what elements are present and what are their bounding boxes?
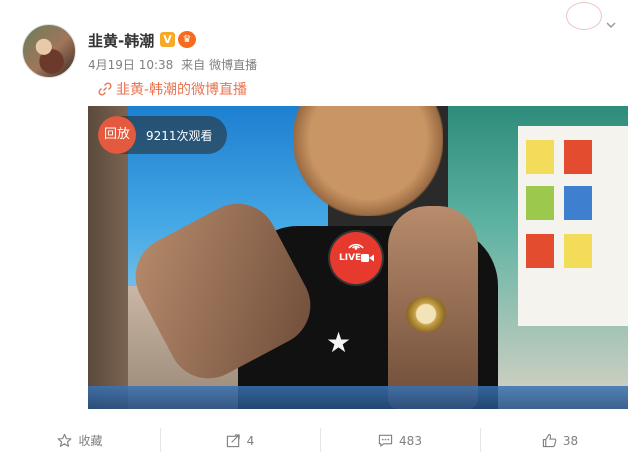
author-avatar[interactable]: [22, 24, 76, 78]
window-pane: [564, 186, 592, 220]
chevron-down-icon[interactable]: [606, 20, 616, 30]
live-label: LIVE: [339, 253, 362, 263]
window-pane: [526, 140, 554, 174]
watermark-stamp: [566, 2, 602, 30]
favorite-label: 收藏: [78, 434, 103, 448]
person-hair: [293, 106, 443, 216]
thumbs-up-icon: [542, 433, 557, 448]
window-pane: [564, 140, 592, 174]
video-camera-icon: [361, 254, 374, 262]
comment-icon: [378, 434, 393, 447]
broadcast-waves-icon: [348, 243, 364, 250]
link-icon: [98, 82, 112, 96]
post-action-bar: 收藏 4 483 38: [0, 420, 640, 461]
window-pane: [564, 234, 592, 268]
live-video-thumbnail[interactable]: ★ 回放 9211次观看 LIVE: [88, 106, 628, 409]
view-count: 9211次观看: [146, 128, 213, 143]
like-count: 38: [562, 433, 579, 448]
scene-table: [88, 386, 628, 409]
live-play-button[interactable]: LIVE: [330, 232, 382, 284]
verified-badge-icon: V: [160, 32, 175, 47]
post-meta: 4月19日 10:38 来自 微博直播: [88, 56, 261, 73]
window-pane: [526, 234, 554, 268]
favorite-button[interactable]: 收藏: [0, 420, 160, 461]
wristwatch: [406, 296, 446, 332]
replay-badge: 回放: [98, 116, 136, 154]
comment-count: 483: [399, 433, 422, 448]
live-stream-link[interactable]: 韭黄-韩潮的微博直播: [98, 79, 247, 99]
comment-button[interactable]: 483: [320, 420, 480, 461]
member-crown-icon: ♛: [178, 31, 196, 48]
author-name[interactable]: 韭黄-韩潮: [88, 30, 154, 51]
source-prefix: 来自: [181, 58, 206, 72]
live-link-label: 韭黄-韩潮的微博直播: [116, 82, 248, 98]
repost-icon: [226, 434, 240, 448]
weibo-post-card: 韭黄-韩潮 V ♛ 4月19日 10:38 来自微博直播 韭黄-韩潮的微博直播: [0, 0, 640, 461]
repost-count: 4: [246, 433, 255, 448]
repost-button[interactable]: 4: [160, 420, 320, 461]
shirt-star-graphic: ★: [326, 326, 352, 359]
post-source[interactable]: 微博直播: [209, 58, 257, 72]
scene-window: [518, 126, 628, 326]
replay-indicator: 回放 9211次观看: [98, 116, 227, 154]
post-timestamp[interactable]: 4月19日 10:38: [88, 58, 173, 72]
like-button[interactable]: 38: [480, 420, 640, 461]
star-outline-icon: [58, 433, 72, 447]
window-pane: [526, 186, 554, 220]
